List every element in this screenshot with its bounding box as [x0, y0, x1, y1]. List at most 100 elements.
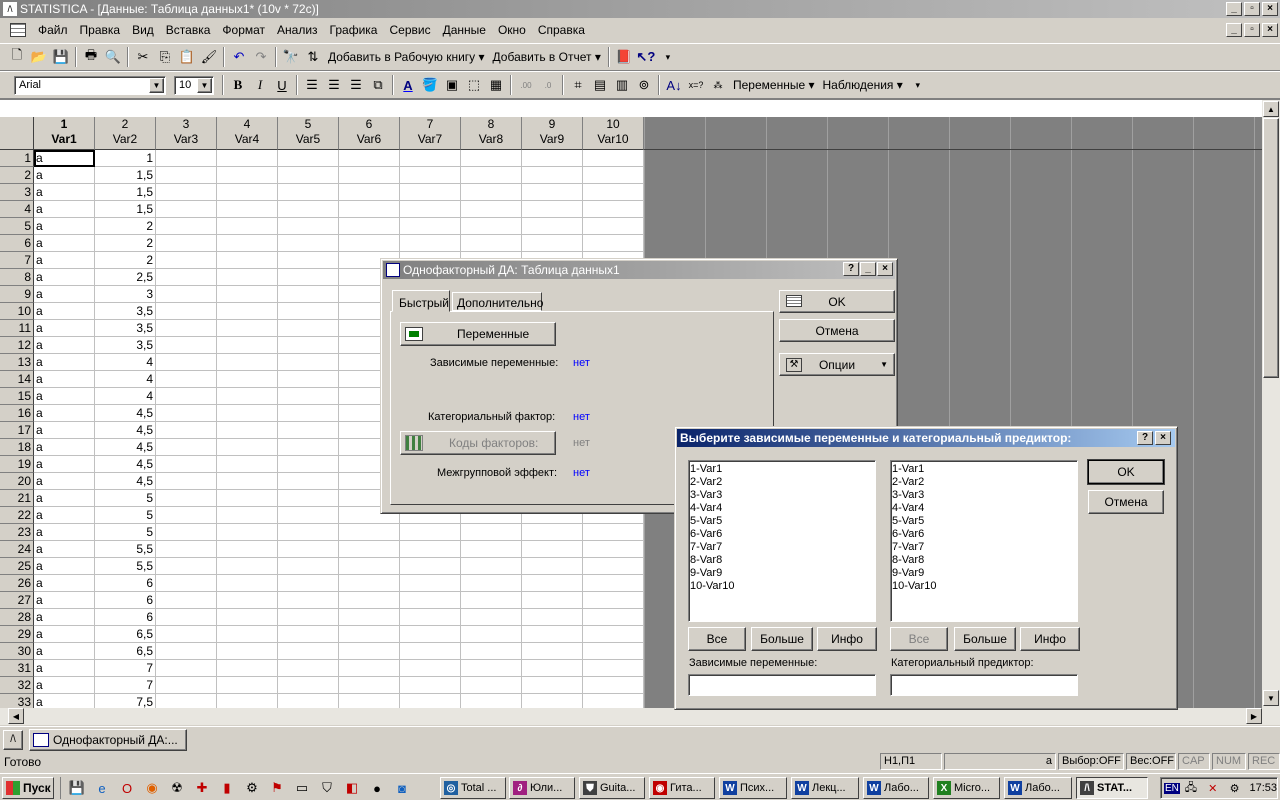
- table-cell[interactable]: a: [34, 201, 95, 218]
- close-button[interactable]: ×: [877, 262, 893, 276]
- row-header[interactable]: 17: [0, 422, 34, 439]
- tab-quick[interactable]: Быстрый: [392, 290, 450, 312]
- format-painter-icon[interactable]: 🖌: [199, 47, 219, 67]
- row-header[interactable]: 7: [0, 252, 34, 269]
- column-header-2[interactable]: 2 Var2: [95, 117, 156, 150]
- row-header[interactable]: 24: [0, 541, 34, 558]
- column-header-10[interactable]: 10 Var10: [583, 117, 644, 150]
- table-cell[interactable]: [217, 490, 278, 507]
- table-cell[interactable]: [339, 592, 400, 609]
- table-cell[interactable]: [156, 575, 217, 592]
- table-cell[interactable]: [278, 405, 339, 422]
- table-cell[interactable]: [278, 524, 339, 541]
- shield-icon[interactable]: ⛉: [317, 778, 337, 798]
- app-icon[interactable]: ☢: [167, 778, 187, 798]
- table-cell[interactable]: [278, 575, 339, 592]
- table-cell[interactable]: [583, 184, 644, 201]
- table-cell[interactable]: [156, 269, 217, 286]
- disk-icon[interactable]: 💾: [67, 778, 87, 798]
- row-header[interactable]: 27: [0, 592, 34, 609]
- table-cell[interactable]: [339, 660, 400, 677]
- language-indicator[interactable]: EN: [1164, 782, 1180, 794]
- variables-menu-button[interactable]: Переменные ▾: [729, 78, 818, 92]
- taskbar-button[interactable]: W Псих...: [719, 777, 787, 799]
- table-cell[interactable]: [217, 626, 278, 643]
- table-cell[interactable]: a: [34, 473, 95, 490]
- table-cell[interactable]: [278, 694, 339, 708]
- table-cell[interactable]: a: [34, 439, 95, 456]
- table-cell[interactable]: [522, 575, 583, 592]
- vertical-scrollbar[interactable]: ▲ ▼: [1262, 100, 1280, 708]
- table-cell[interactable]: [400, 558, 461, 575]
- table-cell[interactable]: [217, 371, 278, 388]
- table-cell[interactable]: [400, 218, 461, 235]
- table-cell[interactable]: a: [34, 660, 95, 677]
- cut-icon[interactable]: ✂: [133, 47, 153, 67]
- table-cell[interactable]: [522, 694, 583, 708]
- table-cell[interactable]: [278, 286, 339, 303]
- table-cell[interactable]: [583, 643, 644, 660]
- table-cell[interactable]: [217, 592, 278, 609]
- table-cell[interactable]: [217, 609, 278, 626]
- table-cell[interactable]: [278, 184, 339, 201]
- table-cell[interactable]: [278, 354, 339, 371]
- table-cell[interactable]: a: [34, 235, 95, 252]
- table-cell[interactable]: a: [34, 167, 95, 184]
- table-cell[interactable]: [339, 643, 400, 660]
- table-cell[interactable]: a: [34, 184, 95, 201]
- recode-icon[interactable]: ⁂: [708, 75, 728, 95]
- table-cell[interactable]: [522, 541, 583, 558]
- table-cell[interactable]: [339, 694, 400, 708]
- sort-icon[interactable]: A↓: [664, 75, 684, 95]
- table-cell[interactable]: 3: [95, 286, 156, 303]
- table-cell[interactable]: [278, 541, 339, 558]
- column-header-6[interactable]: 6 Var6: [339, 117, 400, 150]
- table-cell[interactable]: 6: [95, 575, 156, 592]
- firefox-icon[interactable]: ◉: [142, 778, 162, 798]
- table-cell[interactable]: [156, 609, 217, 626]
- table-cell[interactable]: [156, 167, 217, 184]
- film-icon[interactable]: ▭: [292, 778, 312, 798]
- table-cell[interactable]: [278, 609, 339, 626]
- table-cell[interactable]: a: [34, 371, 95, 388]
- add-to-workbook-button[interactable]: Добавить в Рабочую книгу ▾: [324, 50, 489, 64]
- table-cell[interactable]: [217, 354, 278, 371]
- table-cell[interactable]: a: [34, 507, 95, 524]
- table-cell[interactable]: [339, 558, 400, 575]
- table-cell[interactable]: [461, 694, 522, 708]
- restore-button[interactable]: ▫: [1244, 2, 1260, 16]
- table-cell[interactable]: [156, 524, 217, 541]
- bold-icon[interactable]: B: [228, 75, 248, 95]
- table-cell[interactable]: [156, 592, 217, 609]
- list-item[interactable]: 1-Var1: [892, 463, 1076, 476]
- row-header[interactable]: 9: [0, 286, 34, 303]
- table-cell[interactable]: 2,5: [95, 269, 156, 286]
- start-button[interactable]: Пуск: [2, 777, 54, 799]
- table-cell[interactable]: [583, 609, 644, 626]
- menu-analysis[interactable]: Анализ: [271, 23, 324, 37]
- ok-button[interactable]: OK: [779, 290, 895, 313]
- table-cell[interactable]: 4: [95, 354, 156, 371]
- table-cell[interactable]: [583, 592, 644, 609]
- table-cell[interactable]: 5: [95, 507, 156, 524]
- anova-dialog-title-bar[interactable]: Однофакторный ДА: Таблица данных1 ? _ ×: [383, 261, 895, 279]
- table-cell[interactable]: 5: [95, 524, 156, 541]
- list-item[interactable]: 1-Var1: [690, 463, 874, 476]
- menu-tools[interactable]: Сервис: [383, 23, 436, 37]
- scroll-right-icon[interactable]: ▶: [1246, 708, 1262, 724]
- horizontal-scrollbar[interactable]: ◀ ▶: [0, 708, 1280, 725]
- font-name-select[interactable]: Arial ▼: [14, 75, 166, 95]
- table-cell[interactable]: a: [34, 388, 95, 405]
- row-header[interactable]: 5: [0, 218, 34, 235]
- table-cell[interactable]: [278, 456, 339, 473]
- row-header[interactable]: 10: [0, 303, 34, 320]
- row-header[interactable]: 16: [0, 405, 34, 422]
- table-cell[interactable]: [400, 660, 461, 677]
- list-item[interactable]: 2-Var2: [892, 476, 1076, 489]
- list-item[interactable]: 2-Var2: [690, 476, 874, 489]
- table-cell[interactable]: a: [34, 541, 95, 558]
- taskbar-button[interactable]: ◉ Гита...: [649, 777, 715, 799]
- table-cell[interactable]: [400, 694, 461, 708]
- table-cell[interactable]: [339, 524, 400, 541]
- table-cell[interactable]: a: [34, 524, 95, 541]
